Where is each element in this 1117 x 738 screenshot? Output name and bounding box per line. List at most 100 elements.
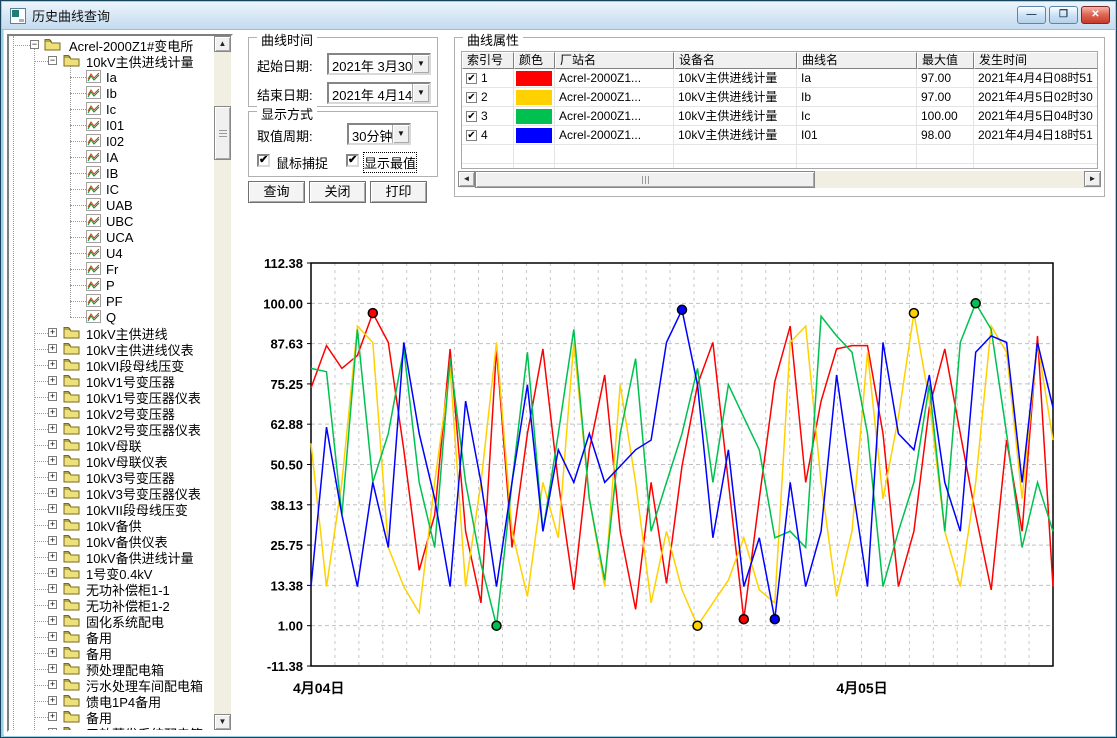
tree-curve-item[interactable]: PF [104,293,125,309]
mouse-capture-checkbox[interactable]: ✔ [257,154,270,167]
tree-curve-item[interactable]: UCA [104,229,135,245]
chevron-down-icon[interactable]: ▼ [412,55,429,73]
maximize-button[interactable]: ❐ [1049,6,1078,24]
scroll-up-icon[interactable]: ▲ [214,36,231,52]
scroll-down-icon[interactable]: ▼ [214,714,231,730]
tree-connector-line [34,445,48,446]
tree-folder-item[interactable]: 10kV主供进线计量 [84,53,196,69]
tree-folder-item[interactable]: 三效蒸发系统配电箱 [84,725,205,730]
tree-curve-item[interactable]: U4 [104,245,125,261]
curve-icon [86,118,101,134]
tree-curve-item[interactable]: IC [104,181,121,197]
end-date-select[interactable]: 2021年 4月14 ▼ [327,82,431,104]
column-header[interactable]: 颜色 [514,52,555,69]
row-checkbox[interactable]: ✔ [466,92,477,103]
period-select[interactable]: 30分钟 ▼ [347,123,411,145]
expand-toggle[interactable]: + [48,680,57,689]
query-button[interactable]: 查询 [248,181,305,203]
tree-curve-item[interactable]: P [104,277,117,293]
tree-curve-item[interactable]: Ib [104,85,119,101]
tree-curve-item[interactable]: I01 [104,117,126,133]
svg-text:62.88: 62.88 [270,417,303,432]
row-color-cell [514,69,555,88]
expand-toggle[interactable]: + [48,392,57,401]
expand-toggle[interactable]: + [48,424,57,433]
tree-curve-item[interactable]: UBC [104,213,135,229]
expand-toggle[interactable]: + [48,376,57,385]
device-tree[interactable]: −Acrel-2000Z1#变电所−10kV主供进线计量IaIbIcI01I02… [9,36,214,730]
expand-toggle[interactable]: + [48,616,57,625]
history-chart-canvas[interactable]: -11.381.0013.3825.7538.1350.5062.8875.25… [241,241,1111,711]
show-extremes-checkbox[interactable]: ✔ [346,154,359,167]
curve-props-table[interactable]: 索引号颜色厂站名设备名曲线名最大值发生时间✔1Acrel-2000Z1...10… [461,51,1098,169]
tree-curve-item[interactable]: Ia [104,69,119,85]
occurrence-time-cell: 2021年4月4日18时51 [974,126,1098,145]
expand-toggle[interactable]: + [48,456,57,465]
column-header[interactable]: 最大值 [917,52,974,69]
expand-toggle[interactable]: + [48,536,57,545]
minimize-button[interactable]: — [1017,6,1046,24]
expand-toggle[interactable]: + [48,472,57,481]
row-checkbox[interactable]: ✔ [466,73,477,84]
expand-toggle[interactable]: + [48,632,57,641]
chevron-down-icon[interactable]: ▼ [412,84,429,102]
print-button[interactable]: 打印 [370,181,427,203]
expand-toggle[interactable]: + [48,568,57,577]
chevron-down-icon[interactable]: ▼ [392,125,409,143]
tree-connector-line [70,285,86,286]
empty-cell [974,164,1098,169]
column-header[interactable]: 发生时间 [974,52,1098,69]
scroll-left-icon[interactable]: ◄ [458,171,475,187]
table-row[interactable]: ✔1Acrel-2000Z1...10kV主供进线计量Ia97.002021年4… [462,69,1097,88]
tree-scrollbar[interactable]: ▲ ▼ [214,36,231,730]
expand-toggle[interactable]: + [48,520,57,529]
expand-toggle[interactable]: + [48,552,57,561]
start-date-select[interactable]: 2021年 3月30 ▼ [327,53,431,75]
expand-toggle[interactable]: − [48,56,57,65]
column-header[interactable]: 设备名 [674,52,797,69]
tree-curve-item[interactable]: IA [104,149,120,165]
table-hscrollbar[interactable]: ◄ ► [458,171,1101,188]
expand-toggle[interactable]: + [48,344,57,353]
tree-connector-line [34,637,48,638]
tree-scrollbar-thumb[interactable] [214,106,231,160]
expand-toggle[interactable]: − [30,40,39,49]
title-bar[interactable]: 历史曲线查询 [2,2,1115,30]
device-cell: 10kV主供进线计量 [674,107,797,126]
expand-toggle[interactable]: + [48,648,57,657]
column-header[interactable]: 索引号 [462,52,514,69]
expand-toggle[interactable]: + [48,408,57,417]
expand-toggle[interactable]: + [48,504,57,513]
expand-toggle[interactable]: + [48,664,57,673]
expand-toggle[interactable]: + [48,440,57,449]
tree-item-label: P [104,278,117,293]
scroll-right-icon[interactable]: ► [1084,171,1101,187]
expand-toggle[interactable]: + [48,712,57,721]
close-button[interactable]: ✕ [1081,6,1110,24]
close-dialog-button[interactable]: 关闭 [309,181,366,203]
expand-toggle[interactable]: + [48,728,57,730]
table-row[interactable]: ✔3Acrel-2000Z1...10kV主供进线计量Ic100.002021年… [462,107,1097,126]
tree-curve-item[interactable]: IB [104,165,120,181]
history-chart[interactable]: -11.381.0013.3825.7538.1350.5062.8875.25… [241,241,1111,711]
expand-toggle[interactable]: + [48,360,57,369]
expand-toggle[interactable]: + [48,488,57,497]
column-header[interactable]: 厂站名 [555,52,674,69]
expand-toggle[interactable]: + [48,328,57,337]
table-row[interactable]: ✔2Acrel-2000Z1...10kV主供进线计量Ib97.002021年4… [462,88,1097,107]
display-mode-group-title: 显示方式 [257,104,317,123]
tree-curve-item[interactable]: Ic [104,101,118,117]
row-checkbox[interactable]: ✔ [466,130,477,141]
expand-toggle[interactable]: + [48,600,57,609]
expand-toggle[interactable]: + [48,696,57,705]
table-hscrollbar-thumb[interactable] [475,171,815,188]
tree-curve-item[interactable]: Fr [104,261,120,277]
tree-connector-line [34,493,48,494]
tree-connector-line [70,93,86,94]
row-checkbox[interactable]: ✔ [466,111,477,122]
tree-curve-item[interactable]: I02 [104,133,126,149]
column-header[interactable]: 曲线名 [797,52,917,69]
expand-toggle[interactable]: + [48,584,57,593]
tree-curve-item[interactable]: UAB [104,197,135,213]
table-row[interactable]: ✔4Acrel-2000Z1...10kV主供进线计量I0198.002021年… [462,126,1097,145]
